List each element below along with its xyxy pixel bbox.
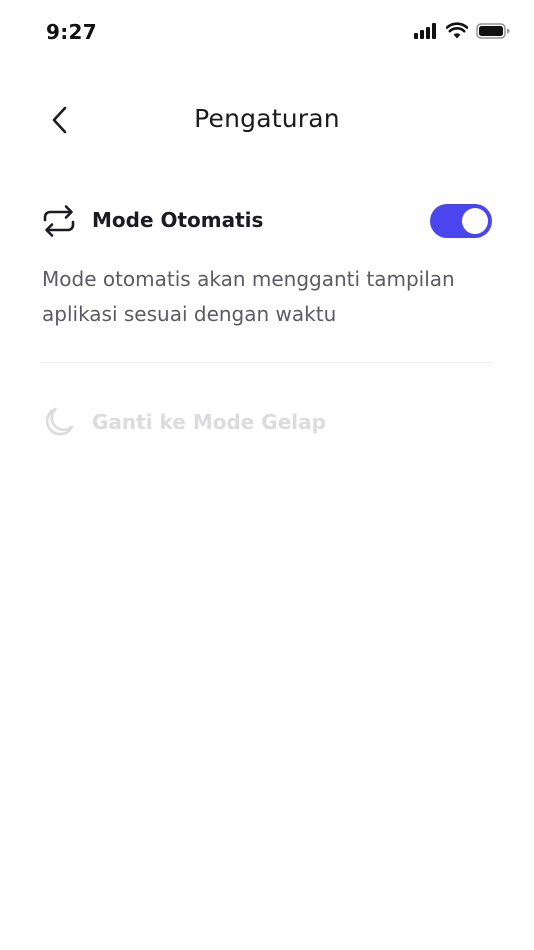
header: Pengaturan — [0, 90, 534, 152]
wifi-icon — [446, 22, 468, 39]
auto-mode-description: Mode otomatis akan mengganti tampilan ap… — [42, 267, 455, 326]
cellular-signal-icon — [414, 22, 436, 39]
repeat-icon — [43, 205, 75, 237]
divider — [42, 362, 492, 363]
status-icons — [414, 22, 510, 39]
page-title: Pengaturan — [194, 104, 340, 133]
dark-mode-row[interactable]: Ganti ke Mode Gelap — [42, 400, 492, 446]
toggle-knob — [462, 208, 488, 234]
auto-mode-label: Mode Otomatis — [92, 208, 264, 232]
dark-mode-label: Ganti ke Mode Gelap — [92, 410, 326, 434]
status-bar: 9:27 — [0, 0, 534, 66]
status-time: 9:27 — [46, 20, 97, 44]
battery-icon — [476, 22, 510, 39]
auto-mode-row: Mode Otomatis — [42, 196, 492, 246]
moon-icon — [45, 407, 74, 436]
auto-mode-toggle[interactable] — [430, 204, 492, 238]
